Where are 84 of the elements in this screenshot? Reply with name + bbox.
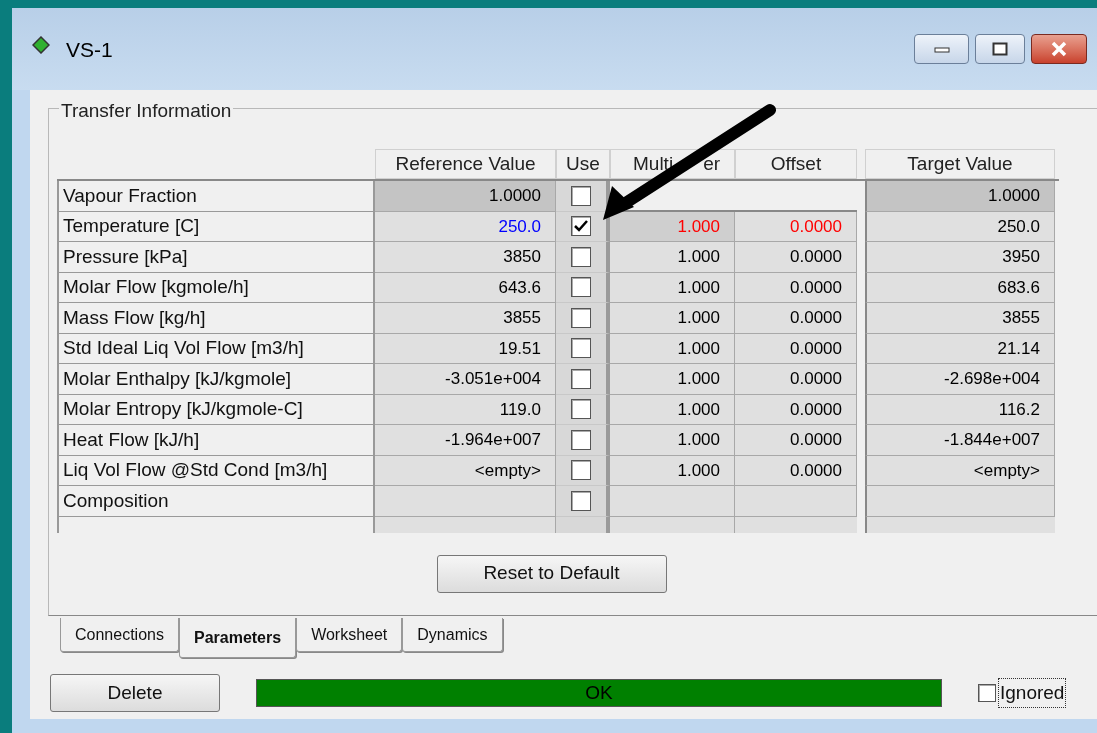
- table-cell[interactable]: 1.000: [610, 455, 735, 486]
- row-label: Molar Entropy [kJ/kgmole-C]: [57, 394, 375, 425]
- ignored-checkbox[interactable]: [978, 684, 996, 702]
- tab[interactable]: Connections: [60, 618, 179, 652]
- delete-button[interactable]: Delete: [50, 674, 220, 712]
- tab[interactable]: Parameters: [178, 618, 297, 658]
- table-cell: <empty>: [865, 455, 1055, 486]
- table-cell: 3855: [375, 303, 556, 334]
- table-cell: -1.844e+007: [865, 425, 1055, 456]
- tab[interactable]: Dynamics: [402, 618, 503, 652]
- table-cell: 643.6: [375, 272, 556, 303]
- close-icon: [1050, 41, 1068, 57]
- table-cell: -3.051e+004: [375, 364, 556, 395]
- table-cell: 1.0000: [865, 181, 1055, 212]
- row-label: Temperature [C]: [57, 211, 375, 242]
- table-cell[interactable]: 1.000: [610, 364, 735, 395]
- check-icon: [574, 220, 588, 233]
- close-button[interactable]: [1031, 34, 1087, 64]
- table-cell[interactable]: 1.000: [610, 272, 735, 303]
- reset-button[interactable]: Reset to Default: [436, 554, 667, 593]
- table-cell[interactable]: 0.0000: [735, 425, 857, 456]
- table-cell[interactable]: 0.0000: [735, 394, 857, 425]
- row-label: Pressure [kPa]: [57, 242, 375, 273]
- window-title: VS-1: [66, 37, 113, 63]
- table-cell[interactable]: 1.000: [610, 303, 735, 334]
- row-label: Molar Flow [kgmole/h]: [57, 272, 375, 303]
- column-header[interactable]: Target Value: [865, 149, 1055, 179]
- row-label: Std Ideal Liq Vol Flow [m3/h]: [57, 333, 375, 364]
- tab[interactable]: Worksheet: [296, 618, 403, 652]
- table-cell: 119.0: [375, 394, 556, 425]
- table-cell[interactable]: 1.000: [610, 333, 735, 364]
- table-cell: 116.2: [865, 394, 1055, 425]
- table-cell[interactable]: 0.0000: [735, 455, 857, 486]
- checkbox-label[interactable]: Ignored: [998, 677, 1067, 709]
- table-cell: 3850: [375, 242, 556, 273]
- table-cell[interactable]: 0.0000: [735, 364, 857, 395]
- table-cell[interactable]: 1.000: [610, 425, 735, 456]
- table-cell[interactable]: 0.0000: [735, 333, 857, 364]
- maximize-icon: [992, 42, 1008, 56]
- header-text: Multi: [633, 151, 674, 176]
- use-checkbox[interactable]: [571, 216, 591, 237]
- table-cell[interactable]: 1.000: [610, 394, 735, 425]
- row-label: Liq Vol Flow @Std Cond [m3/h]: [57, 455, 375, 486]
- table-cell: <empty>: [375, 455, 556, 486]
- use-checkbox[interactable]: [571, 460, 591, 481]
- table-cell: 3950: [865, 242, 1055, 273]
- table-cell[interactable]: [610, 486, 735, 517]
- header-text: er: [703, 151, 721, 176]
- diamond-icon: [32, 36, 50, 54]
- maximize-button[interactable]: [975, 34, 1025, 64]
- minimize-button[interactable]: [914, 34, 969, 64]
- use-checkbox[interactable]: [571, 307, 591, 328]
- table-cell[interactable]: 0.0000: [735, 272, 857, 303]
- table-cell: -2.698e+004: [865, 364, 1055, 395]
- table-cell: -1.964e+007: [375, 425, 556, 456]
- column-header[interactable]: Use: [556, 149, 610, 179]
- use-checkbox[interactable]: [571, 399, 591, 420]
- table-cell[interactable]: 0.0000: [735, 242, 857, 273]
- row-label: Vapour Fraction: [57, 181, 375, 212]
- row-label: Composition: [57, 486, 375, 517]
- row-label: Mass Flow [kg/h]: [57, 303, 375, 334]
- use-checkbox[interactable]: [571, 338, 591, 359]
- column-header[interactable]: Offset: [735, 149, 857, 179]
- table-cell: 21.14: [865, 333, 1055, 364]
- use-checkbox[interactable]: [571, 368, 591, 389]
- use-checkbox[interactable]: [571, 277, 591, 298]
- table-cell[interactable]: 0.0000: [735, 303, 857, 334]
- table-cell: 1.0000: [375, 181, 556, 212]
- use-checkbox[interactable]: [571, 185, 591, 206]
- row-label: Heat Flow [kJ/h]: [57, 425, 375, 456]
- use-checkbox[interactable]: [571, 246, 591, 267]
- use-checkbox[interactable]: [571, 429, 591, 450]
- table-cell: 19.51: [375, 333, 556, 364]
- table-cell: 250.0: [865, 211, 1055, 242]
- table-cell: 250.0: [375, 211, 556, 242]
- row-label: Molar Enthalpy [kJ/kgmole]: [57, 364, 375, 395]
- table-cell: 3855: [865, 303, 1055, 334]
- use-checkbox[interactable]: [571, 490, 591, 511]
- status-bar: OK: [256, 679, 942, 707]
- column-header[interactable]: Reference Value: [375, 149, 556, 179]
- table-cell[interactable]: 1.000: [610, 242, 735, 273]
- table-cell[interactable]: [735, 486, 857, 517]
- minimize-icon: [933, 45, 950, 53]
- table-cell: 683.6: [865, 272, 1055, 303]
